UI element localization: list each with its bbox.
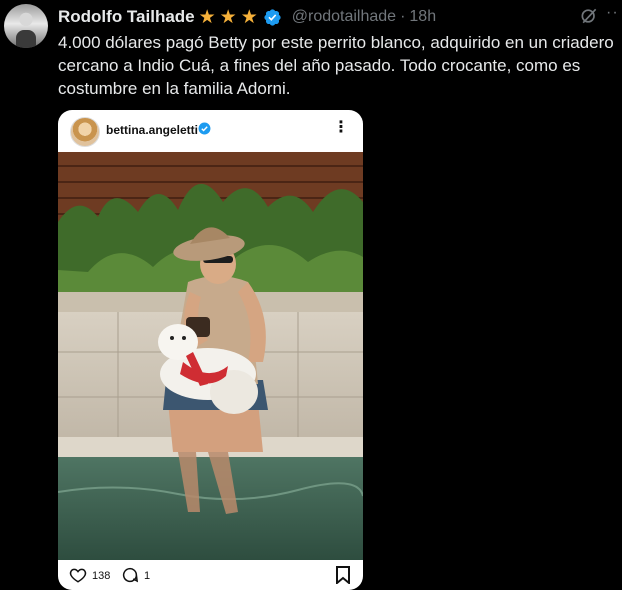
instagram-photo[interactable] bbox=[58, 152, 363, 560]
instagram-user-avatar[interactable] bbox=[70, 117, 100, 147]
like-count: 138 bbox=[92, 570, 111, 582]
tweet: Rodolfo Tailhade ★ ★ ★ @rodotailhade · 1… bbox=[0, 0, 622, 590]
instagram-more-icon[interactable]: ⋮ bbox=[333, 120, 349, 136]
instagram-post-header: bettina.angeletti ⋮ bbox=[58, 110, 363, 152]
tweet-text: 4.000 dólares pagó Betty por este perrit… bbox=[58, 33, 614, 98]
author-avatar[interactable] bbox=[4, 4, 48, 48]
embedded-instagram-post[interactable]: bettina.angeletti ⋮ 138 1 bbox=[58, 110, 363, 590]
grok-icon[interactable] bbox=[579, 6, 599, 26]
comment-icon[interactable] bbox=[120, 566, 140, 584]
star-icon: ★ bbox=[198, 6, 216, 28]
instagram-actions: 138 1 bbox=[58, 562, 363, 590]
star-icon: ★ bbox=[240, 6, 258, 28]
tweet-time[interactable]: 18h bbox=[409, 8, 436, 26]
author-name[interactable]: Rodolfo Tailhade bbox=[58, 7, 195, 27]
tweet-header: Rodolfo Tailhade ★ ★ ★ @rodotailhade · 1… bbox=[58, 6, 622, 28]
more-options-icon[interactable]: ·· bbox=[606, 4, 619, 22]
verified-badge-icon bbox=[198, 122, 211, 135]
author-handle[interactable]: @rodotailhade bbox=[292, 8, 396, 26]
instagram-username[interactable]: bettina.angeletti bbox=[106, 123, 198, 137]
heart-icon[interactable] bbox=[68, 566, 88, 584]
verified-badge-icon bbox=[264, 8, 281, 26]
comment-count: 1 bbox=[144, 570, 151, 582]
bookmark-icon[interactable] bbox=[336, 566, 350, 584]
separator: · bbox=[400, 8, 406, 25]
star-icon: ★ bbox=[219, 6, 237, 28]
